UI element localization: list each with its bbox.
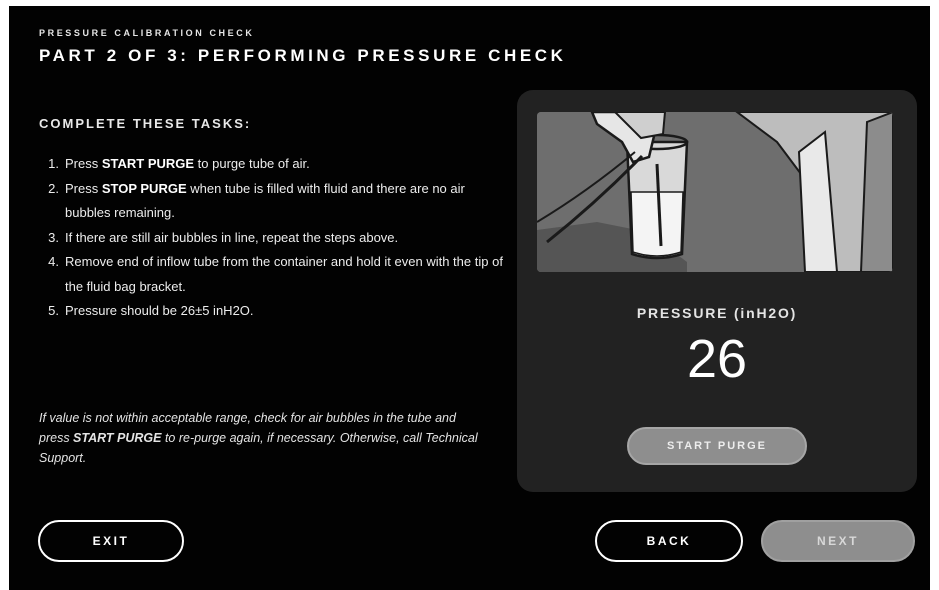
step-number: 1. bbox=[48, 156, 59, 171]
step-text-pre: Press bbox=[65, 180, 102, 196]
task-step-5: 5. Pressure should be 26±5 inH2O. bbox=[37, 299, 507, 324]
step-text-post: to purge tube of air. bbox=[194, 156, 310, 171]
hand-holding-tube-in-beaker-illustration bbox=[537, 112, 893, 272]
task-step-2: 2. Press STOP PURGE when tube is filled w… bbox=[37, 177, 507, 226]
pressure-label: PRESSURE (inH2O) bbox=[636, 305, 798, 321]
tasks-heading: COMPLETE THESE TASKS: bbox=[39, 116, 252, 131]
start-purge-button[interactable]: START PURGE bbox=[627, 427, 807, 465]
next-button[interactable]: NEXT bbox=[761, 520, 915, 562]
step-text-pre: Press bbox=[65, 156, 102, 171]
step-text-post: If there are still air bubbles in line, … bbox=[65, 229, 399, 245]
step-number: 5. bbox=[48, 303, 59, 318]
task-step-4: 4. Remove end of inflow tube from the con… bbox=[37, 250, 507, 299]
task-step-3: 3. If there are still air bubbles in line… bbox=[37, 226, 507, 251]
section-kicker: PRESSURE CALIBRATION CHECK bbox=[39, 28, 255, 38]
exit-button[interactable]: EXIT bbox=[38, 520, 184, 562]
step-number: 2. bbox=[48, 180, 59, 196]
range-note: If value is not within acceptable range,… bbox=[39, 408, 479, 468]
back-button[interactable]: BACK bbox=[595, 520, 743, 562]
task-step-1: 1. Press START PURGE to purge tube of air… bbox=[37, 152, 507, 177]
pressure-panel: PRESSURE (inH2O) 26 START PURGE bbox=[517, 90, 917, 492]
step-text-post: Remove end of inflow tube from the conta… bbox=[65, 254, 503, 294]
task-list: 1. Press START PURGE to purge tube of air… bbox=[37, 152, 507, 324]
page-title: PART 2 OF 3: PERFORMING PRESSURE CHECK bbox=[39, 46, 567, 65]
pressure-value: 26 bbox=[686, 329, 748, 389]
step-text-bold: START PURGE bbox=[101, 156, 195, 171]
step-text-bold: STOP PURGE bbox=[101, 180, 187, 196]
note-text-bold: START PURGE bbox=[73, 431, 162, 445]
step-number: 3. bbox=[48, 229, 59, 245]
calibration-screen: PRESSURE CALIBRATION CHECK PART 2 OF 3: … bbox=[9, 6, 930, 590]
step-text-post: Pressure should be 26±5 inH2O. bbox=[65, 303, 254, 318]
step-number: 4. bbox=[48, 254, 59, 269]
